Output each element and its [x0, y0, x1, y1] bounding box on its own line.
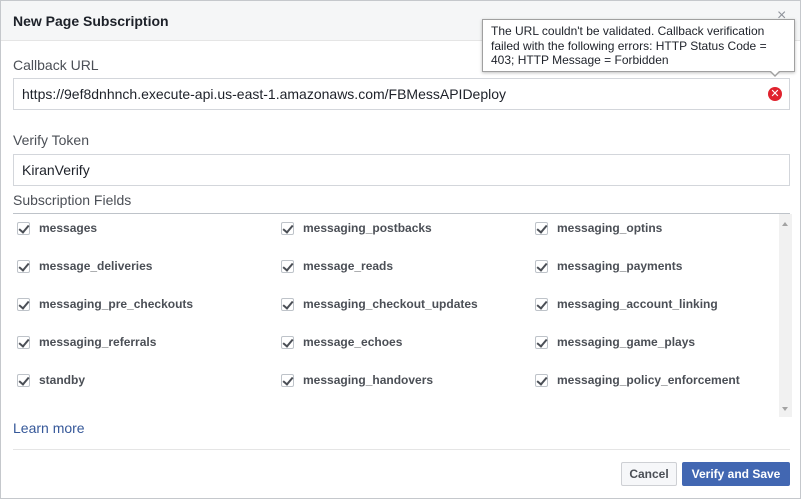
checkbox[interactable] — [535, 335, 548, 349]
subscription-fields-label: Subscription Fields — [13, 192, 132, 208]
field-standby[interactable]: standby — [17, 371, 85, 389]
field-messaging-checkout-updates[interactable]: messaging_checkout_updates — [281, 295, 478, 313]
field-label: message_echoes — [303, 335, 403, 349]
error-x-icon: ✕ — [768, 87, 782, 101]
subscription-fields-list: messages messaging_postbacks messaging_o… — [13, 214, 792, 417]
field-label: message_reads — [303, 259, 394, 273]
field-message-deliveries[interactable]: message_deliveries — [17, 257, 152, 275]
scroll-down-arrow-icon[interactable] — [782, 407, 788, 411]
fields-scrollbar[interactable] — [779, 214, 792, 417]
field-messages[interactable]: messages — [17, 219, 97, 237]
scroll-up-arrow-icon[interactable] — [782, 222, 788, 226]
field-label: messaging_postbacks — [303, 221, 432, 235]
field-messaging-referrals[interactable]: messaging_referrals — [17, 333, 156, 351]
subscription-dialog: New Page Subscription × Callback URL ✕ V… — [0, 0, 801, 499]
field-messaging-postbacks[interactable]: messaging_postbacks — [281, 219, 432, 237]
field-label: message_deliveries — [39, 259, 153, 273]
checkbox[interactable] — [281, 259, 294, 273]
verify-token-label: Verify Token — [13, 132, 90, 148]
field-label: messaging_handovers — [303, 373, 434, 387]
field-label: messages — [39, 221, 98, 235]
checkbox[interactable] — [535, 221, 548, 235]
field-messaging-policy-enforcement[interactable]: messaging_policy_enforcement — [535, 371, 740, 389]
field-label: messaging_account_linking — [557, 297, 718, 311]
field-message-echoes[interactable]: message_echoes — [281, 333, 402, 351]
callback-url-input[interactable] — [13, 78, 790, 110]
field-messaging-game-plays[interactable]: messaging_game_plays — [535, 333, 695, 351]
field-label: messaging_optins — [557, 221, 663, 235]
checkbox[interactable] — [17, 335, 30, 349]
dialog-title: New Page Subscription — [13, 13, 169, 29]
checkbox[interactable] — [535, 373, 548, 387]
field-messaging-account-linking[interactable]: messaging_account_linking — [535, 295, 718, 313]
field-messaging-pre-checkouts[interactable]: messaging_pre_checkouts — [17, 295, 193, 313]
field-messaging-optins[interactable]: messaging_optins — [535, 219, 662, 237]
verify-token-input[interactable] — [13, 154, 790, 186]
checkbox[interactable] — [281, 297, 294, 311]
checkbox[interactable] — [17, 373, 30, 387]
checkbox[interactable] — [281, 335, 294, 349]
checkbox[interactable] — [535, 259, 548, 273]
field-label: messaging_policy_enforcement — [557, 373, 740, 387]
checkbox[interactable] — [17, 221, 30, 235]
field-label: messaging_payments — [557, 259, 683, 273]
field-label: standby — [39, 373, 86, 387]
tooltip-arrow-fill — [770, 70, 780, 75]
checkbox[interactable] — [17, 259, 30, 273]
checkbox[interactable] — [281, 221, 294, 235]
callback-url-label: Callback URL — [13, 57, 99, 73]
field-label: messaging_pre_checkouts — [39, 297, 194, 311]
field-label: messaging_game_plays — [557, 335, 696, 349]
field-message-reads[interactable]: message_reads — [281, 257, 393, 275]
checkbox[interactable] — [281, 373, 294, 387]
field-label: messaging_checkout_updates — [303, 297, 478, 311]
field-messaging-handovers[interactable]: messaging_handovers — [281, 371, 433, 389]
validation-error-tooltip: The URL couldn't be validated. Callback … — [482, 19, 795, 72]
field-messaging-payments[interactable]: messaging_payments — [535, 257, 682, 275]
learn-more-link[interactable]: Learn more — [13, 420, 85, 436]
cancel-button[interactable]: Cancel — [621, 462, 677, 486]
footer-divider — [13, 449, 790, 450]
verify-and-save-button[interactable]: Verify and Save — [682, 462, 790, 486]
checkbox[interactable] — [17, 297, 30, 311]
checkbox[interactable] — [535, 297, 548, 311]
field-label: messaging_referrals — [39, 335, 157, 349]
